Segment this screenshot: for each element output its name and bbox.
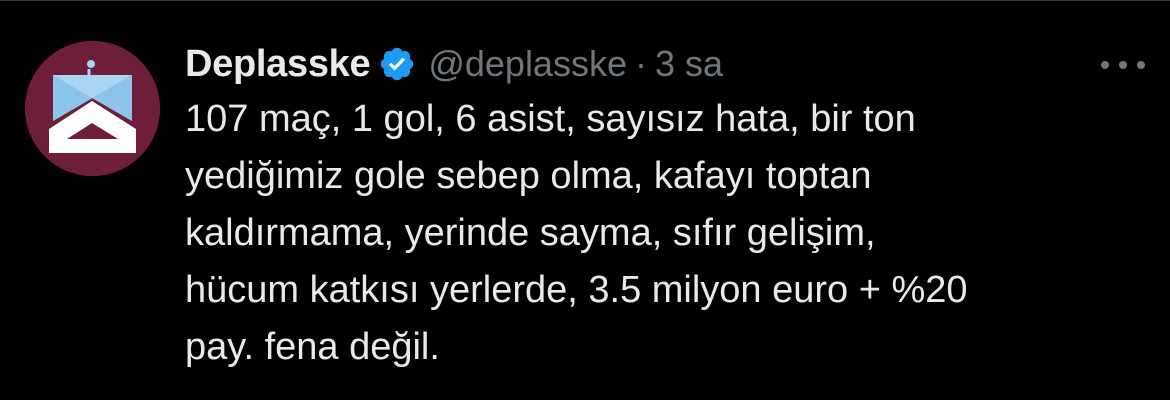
tweet-card[interactable]: Deplasske @deplasske · 3 sa 107 maç, 1 g… <box>0 0 1170 400</box>
timestamp[interactable]: 3 sa <box>655 43 723 85</box>
separator-dot: · <box>634 43 647 84</box>
tweet-header: Deplasske @deplasske · 3 sa <box>185 39 1145 89</box>
more-dot <box>1119 61 1127 69</box>
user-handle[interactable]: @deplasske <box>428 43 627 85</box>
tweet-text: 107 maç, 1 gol, 6 asist, sayısız hata, b… <box>185 98 968 368</box>
tweet-content: Deplasske @deplasske · 3 sa 107 maç, 1 g… <box>185 39 1145 376</box>
more-dot <box>1137 61 1145 69</box>
verified-badge-icon[interactable] <box>378 45 416 83</box>
more-dot <box>1101 61 1109 69</box>
display-name[interactable]: Deplasske <box>185 43 371 86</box>
team-logo-icon <box>25 41 160 176</box>
avatar[interactable] <box>25 41 160 176</box>
more-horizontal-icon[interactable] <box>1101 45 1145 85</box>
